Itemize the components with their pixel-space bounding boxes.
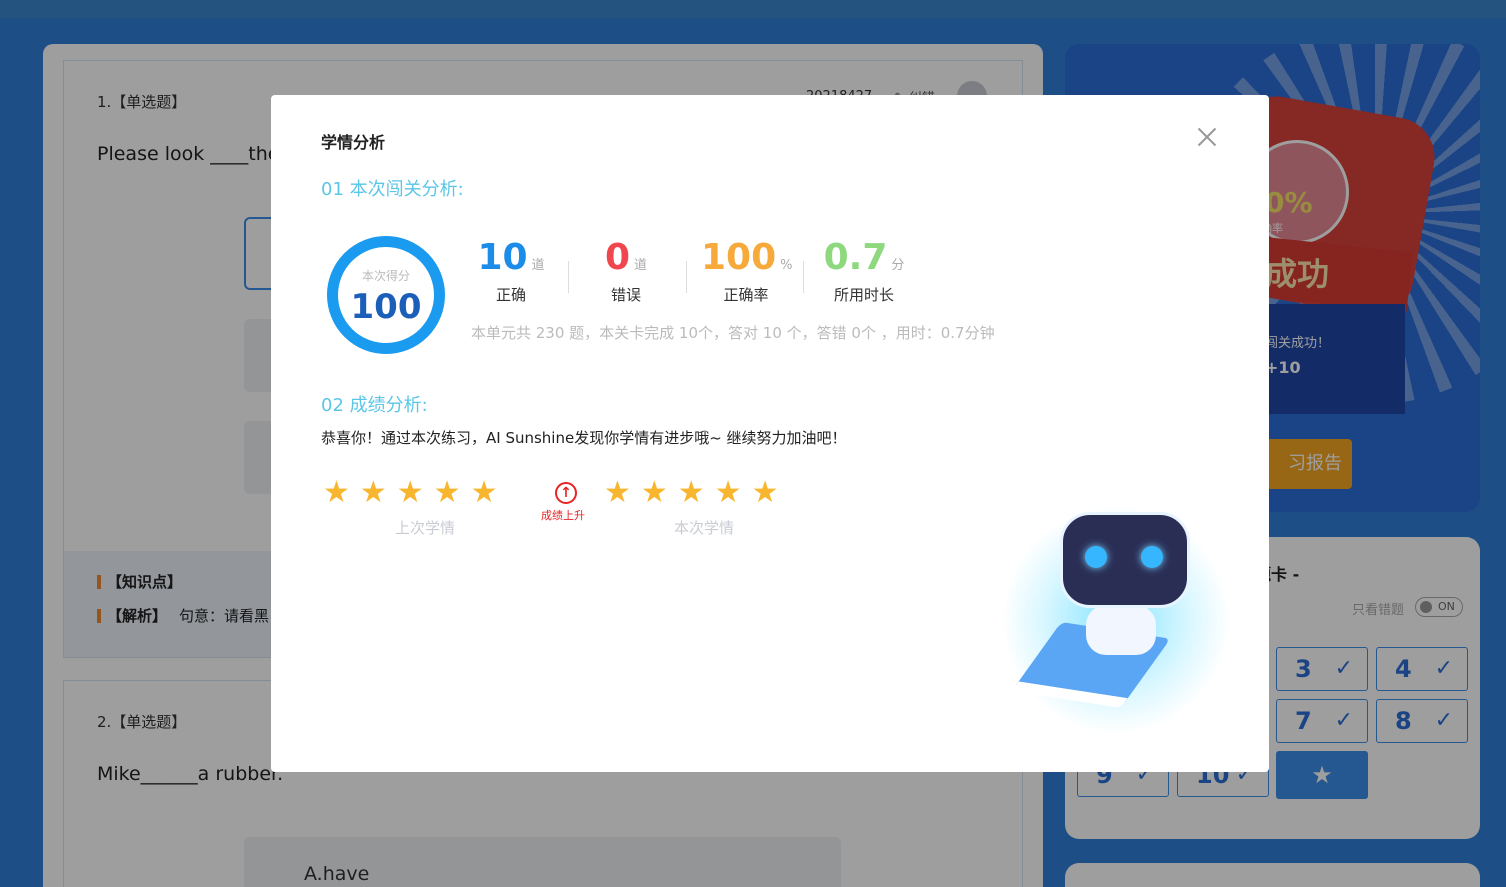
stat-accuracy: 100% 正确率	[701, 237, 793, 305]
section-2-heading: 02 成绩分析:	[321, 395, 428, 416]
divider	[568, 261, 569, 293]
stat-label: 错误	[610, 286, 641, 304]
stat-wrong: 0道 错误	[591, 237, 661, 305]
trend-label: 成绩上升	[541, 509, 585, 522]
stat-unit: %	[780, 258, 793, 273]
robot-eye-left	[1085, 546, 1107, 568]
divider	[686, 261, 687, 293]
stat-value: 0.7	[823, 237, 888, 278]
close-icon[interactable]	[1195, 125, 1219, 149]
robot-body	[1086, 605, 1156, 655]
divider	[803, 261, 804, 293]
stat-time: 0.7 分 所用时长	[823, 237, 905, 305]
section-1-heading: 01 本次闯关分析:	[321, 179, 464, 200]
stat-label: 所用时长	[833, 286, 894, 304]
current-label: 本次学情	[674, 519, 735, 537]
robot-eye-right	[1141, 546, 1163, 568]
stat-value: 100	[701, 237, 777, 278]
arrow-up-icon: ↑	[555, 482, 577, 504]
stat-unit: 道	[634, 258, 648, 273]
stat-unit: 道	[531, 258, 545, 273]
stat-correct: 10 道 正确	[471, 237, 551, 305]
modal-title: 学情分析	[321, 133, 386, 152]
stat-value: 10	[477, 237, 528, 278]
robot-mascot	[1060, 512, 1190, 608]
score-value: 100	[350, 287, 422, 327]
summary-text: 本单元共 230 题，本关卡完成 10个，答对 10 个，答错 0个 ，用时：0…	[471, 324, 995, 342]
stat-label: 正确	[495, 286, 526, 304]
stat-unit: 分	[891, 258, 905, 273]
previous-stars: ★★★★★	[323, 475, 508, 510]
score-label: 本次得分	[361, 269, 410, 283]
congrats-text: 恭喜你！通过本次练习，AI Sunshine发现你学情有进步哦~ 继续努力加油吧…	[321, 429, 847, 447]
analysis-modal: 学情分析 01 本次闯关分析: 本次得分 100 10 道 正确 0道 错误 10…	[271, 95, 1269, 772]
current-stars: ★★★★★	[604, 475, 789, 510]
stat-value: 0	[604, 237, 631, 278]
previous-label: 上次学情	[395, 519, 456, 537]
stat-label: 正确率	[723, 286, 769, 304]
